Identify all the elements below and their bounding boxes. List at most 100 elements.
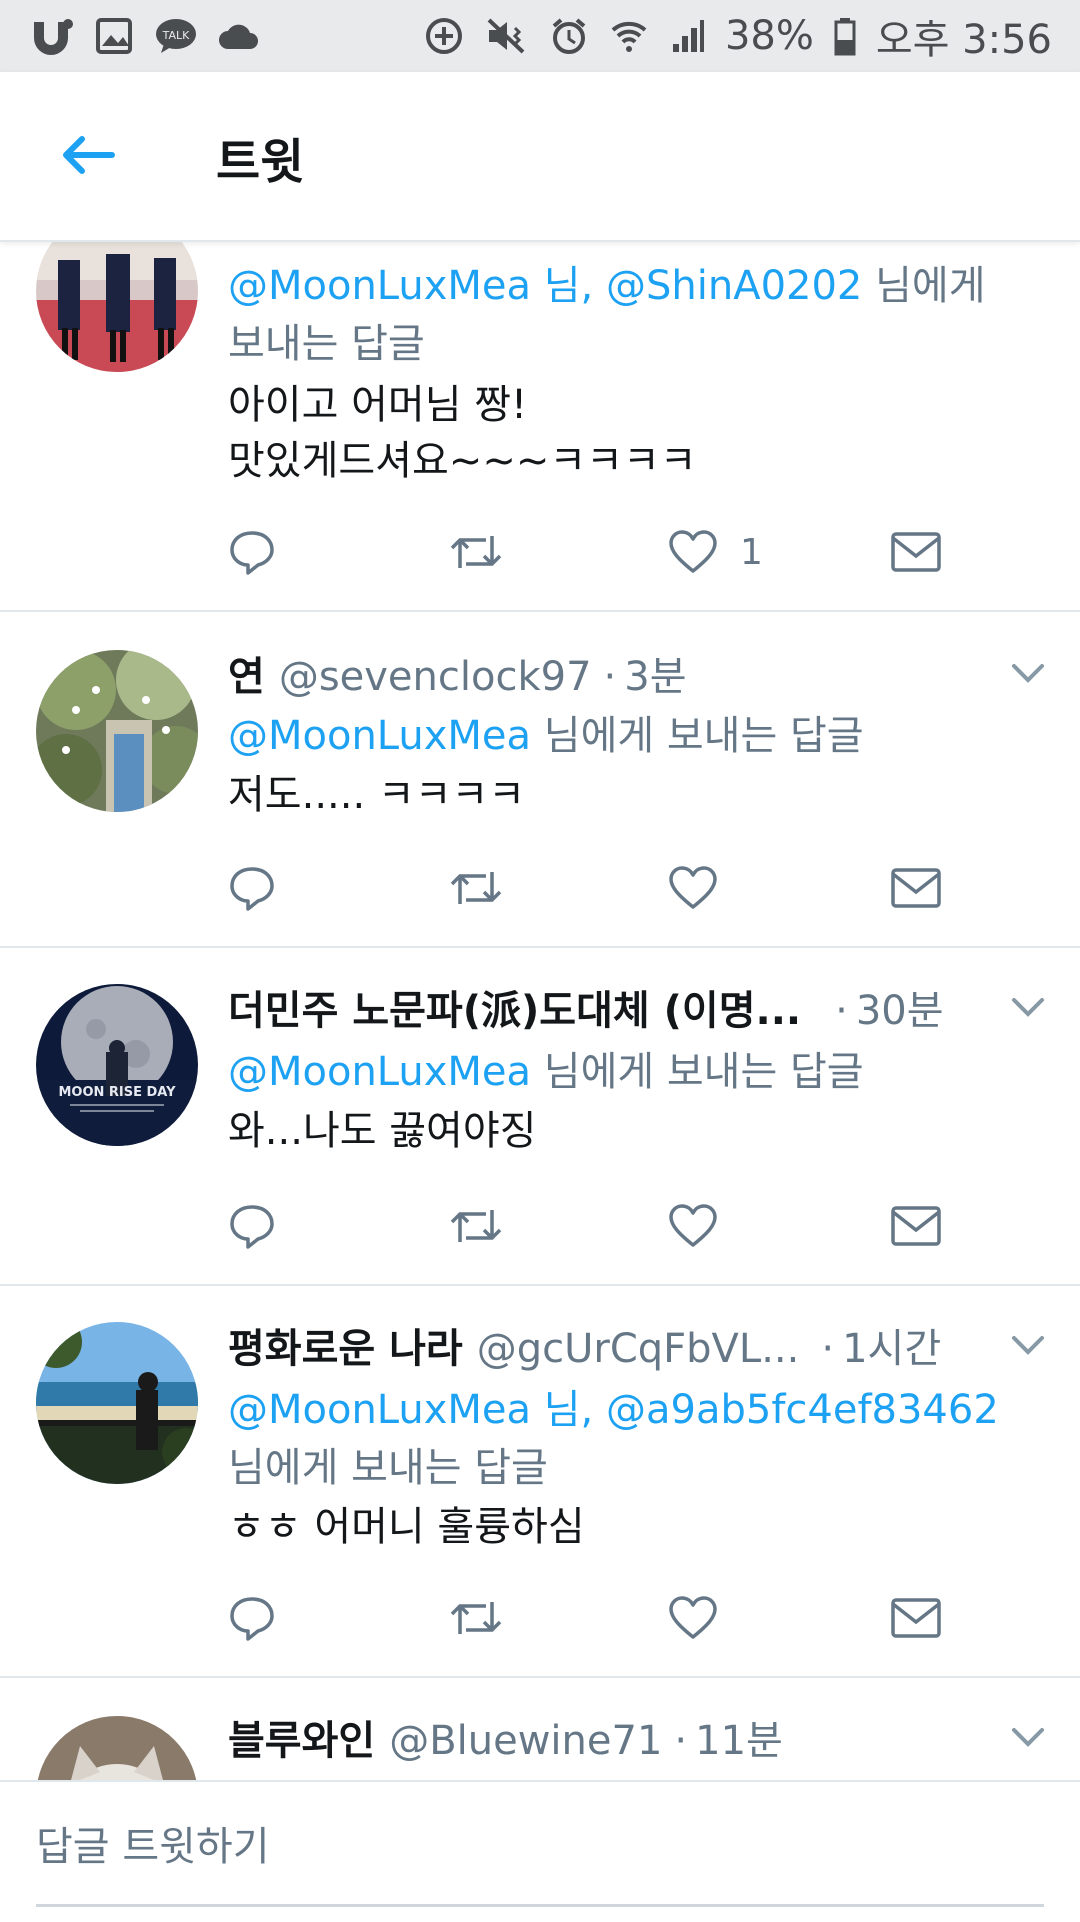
reply-icon [230, 1205, 274, 1249]
battery-icon [834, 16, 856, 56]
avatar[interactable] [36, 1322, 198, 1484]
reply-button[interactable] [228, 1196, 276, 1256]
tweet[interactable]: @MoonLuxMea 님, @ShinA0202 님에게 보내는 답글 아이고… [0, 240, 1080, 612]
heart-icon [669, 1204, 717, 1247]
retweet-icon [450, 1210, 502, 1242]
u-plus-icon [28, 16, 74, 56]
reply-context: @MoonLuxMea 님에게 보내는 답글 [228, 1042, 864, 1102]
status-right-icons: 38% 오후 3:56 [423, 7, 1052, 65]
tweet-header: 연 @sevenclock97 · 3분 [228, 644, 687, 702]
mention-link[interactable]: @ShinA0202 [606, 263, 862, 309]
app-header: 트윗 [0, 72, 1080, 242]
tweet-header: 블루와인 @Bluewine71 · 11분 [228, 1708, 783, 1766]
mute-vibrate-icon [485, 16, 529, 56]
direct-message-button[interactable] [890, 1196, 942, 1256]
avatar[interactable] [36, 240, 198, 372]
user-name[interactable]: 더민주 노문파(派)도대체 (이명... [228, 978, 801, 1036]
mention-link[interactable]: @MoonLuxMea 님, [228, 1387, 593, 1433]
reply-button[interactable] [228, 1588, 276, 1648]
retweet-button[interactable] [448, 1196, 504, 1256]
like-button[interactable]: 1 [668, 522, 763, 582]
tweet-text: 와...나도 끓여야징 [228, 1108, 537, 1154]
signal-icon [669, 16, 705, 56]
tweet[interactable]: 연 @sevenclock97 · 3분 @MoonLuxMea 님에게 보내는… [0, 612, 1080, 948]
avatar[interactable] [36, 1716, 198, 1780]
avatar[interactable] [36, 650, 198, 812]
avatar-caption: MOON RISE DAY [58, 1085, 176, 1100]
chevron-down-icon [1012, 664, 1044, 683]
mention-link[interactable]: @a9ab5fc4ef83462 [606, 1387, 999, 1433]
timestamp: 1시간 [842, 1326, 942, 1372]
reply-context: @MoonLuxMea 님, @a9ab5fc4ef83462 [228, 1380, 999, 1440]
separator-dot: · [821, 1326, 835, 1372]
reply-feed[interactable]: @MoonLuxMea 님, @ShinA0202 님에게 보내는 답글 아이고… [0, 240, 1080, 1780]
cloud-icon [218, 21, 260, 51]
tweet-actions [228, 858, 988, 918]
retweet-button[interactable] [448, 1588, 504, 1648]
kakaotalk-icon: TALK [154, 16, 198, 56]
data-saver-icon [423, 15, 465, 57]
like-button[interactable] [668, 1196, 718, 1256]
separator-dot: · [603, 654, 617, 700]
tweet-actions: 1 [228, 522, 988, 582]
direct-message-button[interactable] [890, 1588, 942, 1648]
tweet-text: 맛있게드셔요~~~ㅋㅋㅋㅋ [228, 438, 697, 484]
retweet-icon [450, 872, 502, 904]
tweet-text: 아이고 어머님 짱! [228, 382, 528, 428]
direct-message-button[interactable] [890, 522, 942, 582]
mention-link[interactable]: @MoonLuxMea [228, 713, 531, 759]
user-handle[interactable]: @gcUrCqFbVL... [477, 1326, 800, 1372]
user-name[interactable]: 연 [228, 644, 265, 702]
reply-label: 님에게 보내는 답글 [543, 1049, 864, 1095]
user-name[interactable]: 평화로운 나라 [228, 1316, 463, 1374]
tweet[interactable]: 블루와인 @Bluewine71 · 11분 [0, 1678, 1080, 1780]
tweet[interactable]: MOON RISE DAY 더민주 노문파(派)도대체 (이명... · 30분… [0, 948, 1080, 1286]
chevron-down-button[interactable] [1008, 1722, 1048, 1752]
back-button[interactable] [52, 122, 122, 188]
timestamp: 11분 [695, 1718, 783, 1764]
chevron-down-icon [1012, 998, 1044, 1017]
status-left-icons: TALK [28, 16, 260, 56]
separator-dot: · [835, 988, 848, 1034]
like-button[interactable] [668, 858, 718, 918]
like-button[interactable] [668, 1588, 718, 1648]
reply-context: @MoonLuxMea 님, @ShinA0202 님에게 [228, 256, 986, 316]
retweet-button[interactable] [448, 522, 504, 582]
reply-icon [230, 1597, 274, 1641]
timestamp: 30분 [855, 988, 944, 1034]
separator-dot: · [674, 1718, 688, 1764]
tweet-header: 더민주 노문파(派)도대체 (이명... · 30분 [228, 978, 944, 1036]
tweet[interactable]: 평화로운 나라 @gcUrCqFbVL... · 1시간 @MoonLuxMea… [0, 1286, 1080, 1678]
tweet-actions [228, 1588, 988, 1648]
mention-link[interactable]: @MoonLuxMea 님, [228, 263, 593, 309]
tweet-text: 저도..... ㅋㅋㅋㅋ [228, 772, 526, 818]
reply-button[interactable] [228, 522, 276, 582]
reply-context-line2: 보내는 답글 [228, 321, 425, 367]
wifi-icon [609, 16, 649, 56]
retweet-icon [450, 536, 502, 568]
user-handle[interactable]: @Bluewine71 [389, 1718, 662, 1764]
avatar[interactable]: MOON RISE DAY [36, 984, 198, 1146]
chevron-down-button[interactable] [1008, 992, 1048, 1022]
reply-input[interactable] [36, 1812, 1036, 1882]
like-count: 1 [740, 531, 763, 573]
chevron-down-button[interactable] [1008, 1330, 1048, 1360]
mail-icon [891, 1206, 941, 1246]
chevron-down-icon [1012, 1728, 1044, 1747]
input-underline [36, 1904, 1044, 1907]
reply-icon [230, 867, 274, 911]
reply-button[interactable] [228, 858, 276, 918]
user-handle[interactable]: @sevenclock97 [279, 654, 592, 700]
tweet-actions [228, 1196, 988, 1256]
chevron-down-icon [1012, 1336, 1044, 1355]
user-name[interactable]: 블루와인 [228, 1708, 375, 1766]
reply-context-line2: 님에게 보내는 답글 [228, 1445, 548, 1491]
direct-message-button[interactable] [890, 858, 942, 918]
retweet-icon [450, 1602, 502, 1634]
retweet-button[interactable] [448, 858, 504, 918]
mention-link[interactable]: @MoonLuxMea [228, 1049, 531, 1095]
battery-percent: 38% [724, 13, 814, 59]
chevron-down-button[interactable] [1008, 658, 1048, 688]
tweet-header: 평화로운 나라 @gcUrCqFbVL... · 1시간 [228, 1316, 941, 1374]
timestamp: 3분 [624, 654, 687, 700]
